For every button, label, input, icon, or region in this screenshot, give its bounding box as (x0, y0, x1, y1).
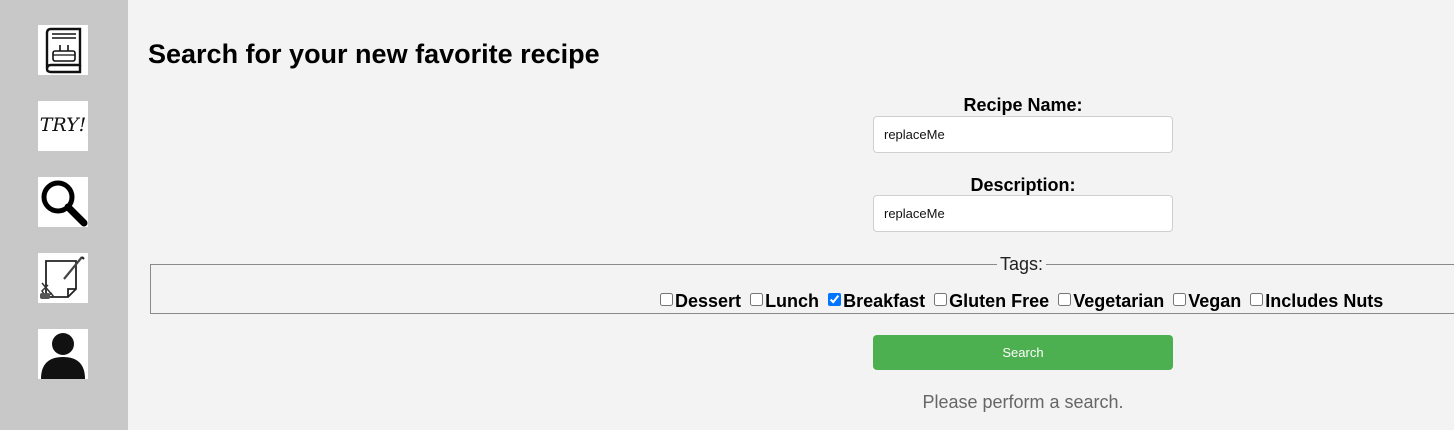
user-icon (41, 333, 85, 379)
tag-label: Vegetarian (1073, 291, 1165, 311)
tag-label: Vegan (1188, 291, 1242, 311)
tags-legend: Tags: (1000, 254, 1044, 274)
search-icon (41, 180, 88, 227)
tag-dessert[interactable]: Dessert (660, 291, 741, 312)
nav-cookbook[interactable] (38, 25, 88, 75)
recipe-name-label: Recipe Name: (963, 95, 1083, 115)
tag-gluten-free[interactable]: Gluten Free (934, 291, 1049, 312)
search-status: Please perform a search. (922, 392, 1124, 412)
tag-label: Dessert (675, 291, 742, 311)
try-icon: TRY! (40, 114, 87, 136)
tag-dessert-checkbox[interactable] (660, 293, 673, 306)
tag-breakfast-checkbox[interactable] (828, 293, 842, 306)
sidebar: TRY! (0, 0, 128, 430)
nav-profile[interactable] (38, 329, 88, 379)
page-title: Search for your new favorite recipe (148, 39, 600, 69)
try-label: TRY! (40, 114, 87, 136)
description-label: Description: (970, 175, 1076, 195)
notepad-pencil-icon (40, 256, 85, 299)
tag-breakfast[interactable]: Breakfast (828, 291, 925, 312)
tag-vegan-checkbox[interactable] (1173, 293, 1187, 306)
tag-label: Breakfast (843, 291, 926, 311)
tag-includes-nuts[interactable]: Includes Nuts (1250, 291, 1383, 312)
tag-label: Lunch (765, 291, 820, 311)
tag-lunch-checkbox[interactable] (750, 293, 764, 306)
nav-search[interactable] (38, 177, 88, 227)
main-content: Search for your new favorite recipe Reci… (128, 0, 1454, 430)
description-input[interactable] (873, 195, 1173, 232)
nav-try[interactable]: TRY! (38, 101, 88, 151)
tag-label: Gluten Free (949, 291, 1050, 311)
tag-options: Dessert Lunch Breakfast Gluten Free Vege… (660, 291, 1387, 312)
tag-vegetarian[interactable]: Vegetarian (1058, 291, 1164, 312)
tag-vegetarian-checkbox[interactable] (1058, 293, 1072, 306)
nav-create-recipe[interactable] (38, 253, 88, 303)
tag-lunch[interactable]: Lunch (750, 291, 819, 312)
tag-includes-nuts-checkbox[interactable] (1250, 293, 1264, 306)
tag-vegan[interactable]: Vegan (1173, 291, 1241, 312)
recipe-name-input[interactable] (873, 116, 1173, 153)
search-button[interactable]: Search (873, 335, 1173, 370)
tags-fieldset: Tags: Dessert Lunch Breakfast Gluten Fre… (150, 254, 1454, 314)
tag-label: Includes Nuts (1265, 291, 1384, 311)
cookbook-icon (45, 27, 82, 74)
tag-gluten-free-checkbox[interactable] (934, 293, 948, 306)
